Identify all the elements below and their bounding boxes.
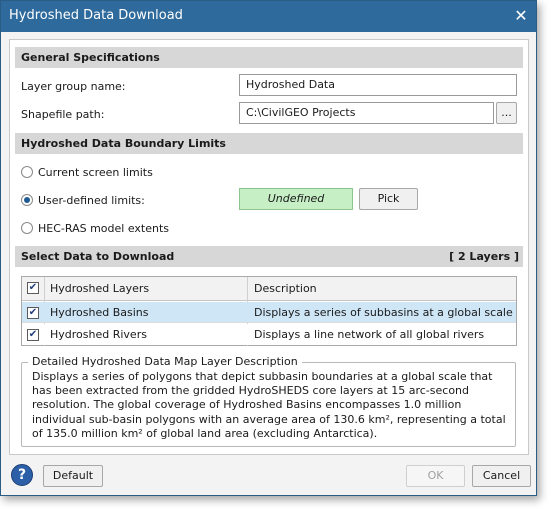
radio-hecras-extents[interactable]	[21, 222, 33, 234]
radio-hecras-extents-label[interactable]: HEC-RAS model extents	[38, 222, 169, 235]
description-legend: Detailed Hydroshed Data Map Layer Descri…	[28, 355, 302, 368]
layer-description-cell: Displays a series of subbasins at a glob…	[254, 306, 513, 319]
layer-group-input[interactable]: Hydroshed Data	[239, 74, 517, 96]
layer-name-cell: Hydroshed Rivers	[50, 328, 147, 341]
pick-button[interactable]: Pick	[359, 188, 418, 210]
layer-name-cell: Hydroshed Basins	[50, 306, 149, 319]
limits-status-field: Undefined	[239, 188, 353, 210]
radio-current-screen[interactable]	[21, 166, 33, 178]
cancel-button[interactable]: Cancel	[472, 465, 531, 487]
row-checkbox[interactable]: ✔	[27, 307, 39, 319]
close-icon[interactable]: ✕	[511, 5, 531, 27]
browse-button[interactable]: ...	[496, 102, 517, 124]
layer-description-cell: Displays a line network of all global ri…	[254, 328, 485, 341]
shapefile-path-input[interactable]: C:\CivilGEO Projects	[239, 102, 494, 124]
layer-group-label: Layer group name:	[21, 80, 126, 93]
window-title: Hydroshed Data Download	[9, 8, 183, 23]
default-button[interactable]: Default	[43, 465, 103, 487]
shapefile-path-label: Shapefile path:	[21, 108, 105, 121]
title-bar: Hydroshed Data Download ✕	[1, 1, 536, 32]
column-header-description[interactable]: Description	[248, 278, 513, 300]
row-checkbox[interactable]: ✔	[27, 329, 39, 341]
dialog-window: Hydroshed Data Download ✕ General Specif…	[0, 0, 537, 496]
layers-grid: ✔ Hydroshed Layers Description ✔ Hydrosh…	[21, 276, 517, 346]
radio-user-defined[interactable]	[21, 194, 33, 206]
radio-current-screen-label[interactable]: Current screen limits	[38, 166, 153, 179]
help-icon[interactable]: ?	[11, 464, 33, 486]
section-boundary: Hydroshed Data Boundary Limits	[15, 133, 523, 154]
description-text: Displays a series of polygons that depic…	[32, 370, 506, 440]
ok-button[interactable]: OK	[406, 465, 465, 487]
select-all-checkbox[interactable]: ✔	[27, 282, 39, 294]
radio-user-defined-label[interactable]: User-defined limits:	[38, 194, 145, 207]
column-header-layers[interactable]: Hydroshed Layers	[44, 278, 247, 300]
section-general: General Specifications	[15, 47, 523, 68]
layer-count: [ 2 Layers ]	[449, 250, 519, 263]
